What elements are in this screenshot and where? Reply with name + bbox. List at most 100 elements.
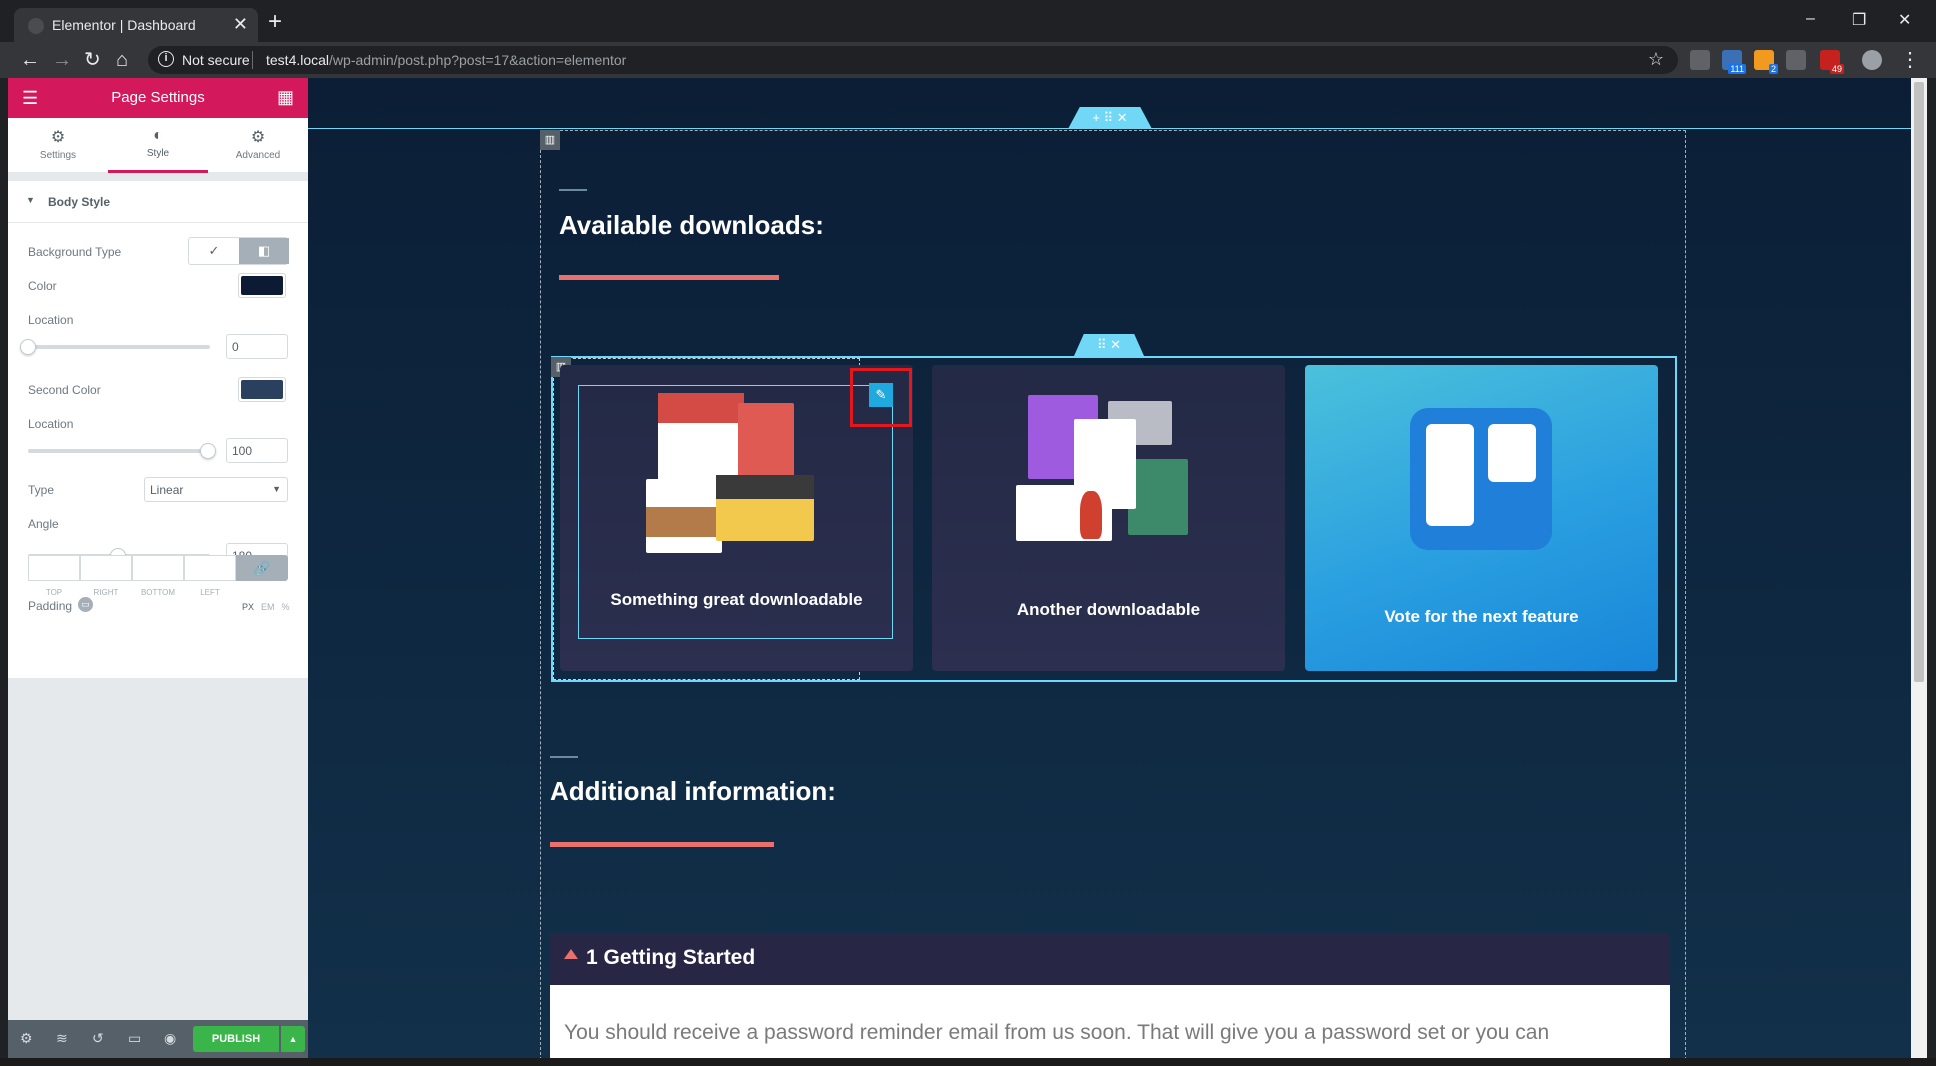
preview-eye-icon[interactable]: ◉ (164, 1030, 176, 1047)
tab-advanced[interactable]: ⚙ Advanced (208, 118, 308, 173)
padding-right-input[interactable] (80, 555, 132, 581)
url-text[interactable]: test4.local/wp-admin/post.php?post=17&ac… (266, 52, 626, 68)
card-caption: Another downloadable (1016, 600, 1201, 619)
location2-slider[interactable] (28, 449, 210, 453)
heading-available-downloads: Available downloads: (559, 210, 824, 240)
settings-icon[interactable]: ⚙ (20, 1030, 33, 1047)
caret-down-icon: ▼ (26, 195, 35, 205)
responsive-icon[interactable]: ▭ (78, 597, 93, 612)
tab-style[interactable]: ◐ Style (108, 118, 208, 173)
feature-vote-card[interactable]: Vote for the next feature (1305, 365, 1658, 671)
accordion-item-body: You should receive a password reminder e… (550, 985, 1670, 1058)
responsive-mode-icon[interactable]: ▭ (128, 1030, 141, 1047)
type-select[interactable]: Linear ▼ (144, 477, 288, 502)
tab-settings[interactable]: ⚙ Settings (8, 118, 108, 173)
location-slider-handle[interactable] (20, 339, 36, 355)
highlight-box (850, 368, 912, 427)
widgets-grid-icon[interactable]: ▦ (277, 87, 294, 108)
security-label: Not secure (182, 52, 250, 68)
unit-percent[interactable]: % (282, 602, 290, 612)
status-bar (0, 1058, 1936, 1066)
padding-top-input[interactable] (28, 555, 80, 581)
publish-options-button[interactable]: ▲ (281, 1026, 305, 1052)
profile-avatar[interactable] (1862, 50, 1882, 70)
link-values-icon[interactable]: 🔗 (236, 555, 288, 581)
widget-outline (578, 385, 893, 639)
elementor-panel: ☰ Page Settings ▦ ⚙ Settings ◐ Style ⚙ A… (8, 78, 308, 1058)
second-color-swatch[interactable] (238, 377, 286, 402)
menu-dots-icon[interactable]: ⋮ (1900, 48, 1920, 72)
second-color-swatch-fill (241, 380, 283, 399)
mail-icon[interactable] (1786, 50, 1806, 70)
new-tab-button[interactable]: + (268, 10, 282, 34)
location-input[interactable]: 0 (226, 334, 288, 359)
popups-image (1016, 395, 1188, 545)
tab-favicon-icon (28, 18, 44, 34)
address-divider (252, 51, 253, 69)
panel-tabs: ⚙ Settings ◐ Style ⚙ Advanced (8, 118, 308, 173)
section-handle[interactable]: + ⠿ ✕ (1068, 107, 1152, 129)
panel-title: Page Settings (111, 89, 205, 106)
inner-section-handle[interactable]: ⠿ ✕ (1074, 334, 1144, 356)
close-window-button[interactable]: ✕ (1898, 10, 1911, 30)
info-icon[interactable]: i (158, 51, 174, 67)
location2-input[interactable]: 100 (226, 438, 288, 463)
section-body-style[interactable]: ▼ Body Style (8, 181, 308, 223)
heading-additional-information: Additional information: (550, 776, 836, 806)
tab-title: Elementor | Dashboard (52, 17, 196, 33)
units-switcher: PX EM% (242, 602, 297, 612)
column-handle-icon[interactable]: ▥ (540, 130, 560, 150)
history-icon[interactable]: ↺ (92, 1030, 104, 1047)
bookmark-star-icon[interactable]: ☆ (1648, 49, 1664, 70)
padding-left-input[interactable] (184, 555, 236, 581)
unit-em[interactable]: EM (261, 602, 275, 612)
scrollbar[interactable] (1911, 78, 1927, 1058)
extension-calendar-icon[interactable]: 111 (1722, 50, 1746, 74)
rss-icon[interactable]: 2 (1754, 50, 1778, 74)
color-swatch[interactable] (238, 273, 286, 298)
gmail-icon[interactable]: 49 (1820, 50, 1844, 74)
type-label: Type (28, 483, 55, 497)
download-card-2[interactable]: Another downloadable (932, 365, 1285, 671)
minimize-button[interactable]: – (1806, 10, 1815, 28)
location2-slider-handle[interactable] (200, 443, 216, 459)
tab-close-icon[interactable]: ✕ (233, 14, 248, 35)
browser-tab-bar: Elementor | Dashboard ✕ + – ❐ ✕ (0, 0, 1936, 42)
brush-icon[interactable]: ✓ (189, 238, 239, 264)
triangle-up-icon (564, 949, 578, 959)
color-label: Color (28, 279, 57, 293)
gear-icon: ⚙ (50, 129, 66, 146)
browser-tab[interactable]: Elementor | Dashboard ✕ (14, 8, 258, 42)
scrollbar-thumb[interactable] (1914, 82, 1924, 682)
half-circle-icon: ◐ (153, 127, 163, 144)
card-caption: Vote for the next feature (1384, 607, 1579, 626)
chevron-down-icon: ▼ (272, 484, 281, 494)
accordion-item-header[interactable]: 1 Getting Started (550, 933, 1670, 985)
style-controls: Background Type ✓ ◧ Color Location 0 Sec… (8, 223, 308, 678)
forward-icon[interactable]: → (52, 48, 72, 72)
background-type-choices: ✓ ◧ (188, 237, 289, 265)
location-label: Location (28, 313, 74, 327)
back-icon[interactable]: ← (20, 48, 40, 72)
address-bar[interactable]: i Not secure test4.local/wp-admin/post.p… (148, 46, 1678, 74)
panel-header: ☰ Page Settings ▦ (8, 78, 308, 118)
second-color-label: Second Color (28, 383, 101, 397)
padding-dimensions: 🔗 (28, 555, 288, 581)
extension-icon[interactable] (1690, 50, 1710, 70)
padding-bottom-input[interactable] (132, 555, 184, 581)
angle-label: Angle (28, 517, 59, 531)
reload-icon[interactable]: ↻ (84, 48, 101, 72)
gradient-icon[interactable]: ◧ (239, 238, 289, 264)
panel-footer: ⚙ ≋ ↺ ▭ ◉ PUBLISH ▲ (8, 1020, 308, 1058)
cog-icon: ⚙ (250, 129, 266, 146)
restore-button[interactable]: ❐ (1852, 10, 1866, 30)
padding-label: Padding (28, 599, 73, 613)
background-type-label: Background Type (28, 245, 122, 259)
publish-button[interactable]: PUBLISH (193, 1026, 279, 1052)
location-slider[interactable] (28, 345, 210, 349)
unit-px[interactable]: PX (242, 602, 254, 612)
home-icon[interactable]: ⌂ (116, 48, 128, 72)
navigator-icon[interactable]: ≋ (56, 1030, 68, 1047)
accent-divider (559, 275, 779, 280)
accent-divider (550, 842, 774, 847)
